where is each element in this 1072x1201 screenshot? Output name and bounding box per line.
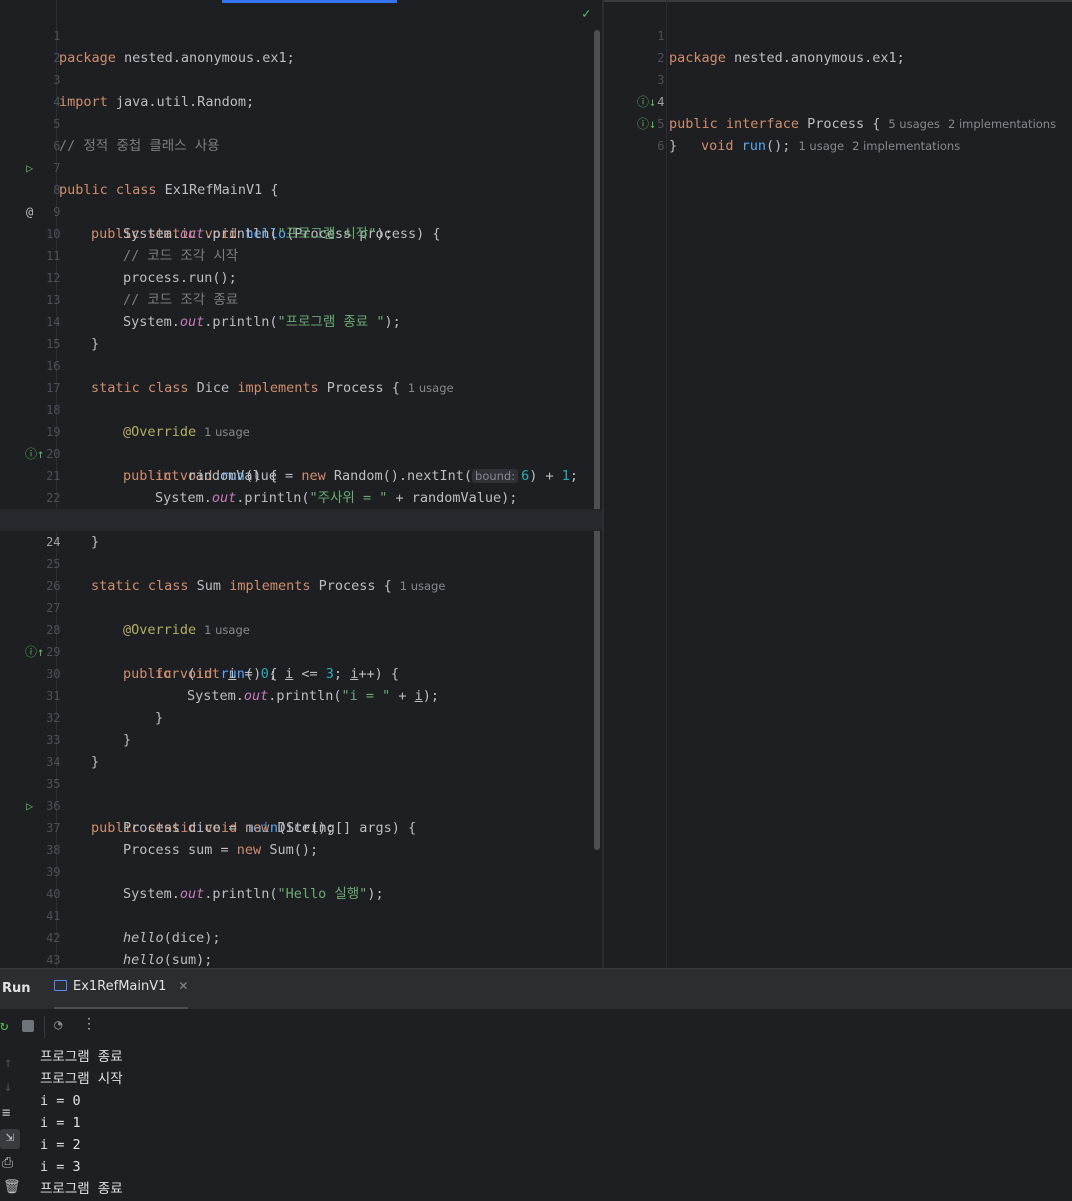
- run-title: Run: [2, 981, 31, 996]
- gutter-border: [666, 0, 667, 968]
- scroll-up-icon[interactable]: ↑: [4, 1055, 12, 1071]
- run-toolbar: ↻ ◔ ⋮: [0, 1010, 1072, 1044]
- clear-console-icon[interactable]: 🗑: [3, 1179, 21, 1195]
- console-output-line: 프로그램 종료: [40, 1181, 123, 1197]
- run-tab-underline: [54, 1007, 188, 1009]
- line-number: 6: [657, 139, 665, 153]
- code-line[interactable]: 18 @Override 1 usage: [0, 377, 602, 440]
- code-line[interactable]: 21 System.out.println("주사위 = " + randomV…: [0, 443, 602, 506]
- scroll-to-end-icon[interactable]: ⇲: [0, 1129, 20, 1149]
- keyword: void: [701, 138, 734, 154]
- code-text: ();: [766, 138, 791, 154]
- code-line[interactable]: 42 hello(sum);: [0, 905, 602, 968]
- code-line[interactable]: 20 int randomValue = new Random().nextIn…: [0, 421, 602, 484]
- code-line[interactable]: 6: [604, 113, 1072, 153]
- code-line[interactable]: 27 @Override 1 usage: [0, 575, 602, 638]
- code-line[interactable]: 14 }: [0, 289, 602, 352]
- code-line[interactable]: 44 }: [0, 949, 602, 968]
- tab-indicator: [604, 0, 1072, 2]
- code-line[interactable]: 1 package nested.anonymous.ex1;: [0, 3, 602, 66]
- soft-wrap-icon[interactable]: ≡: [2, 1105, 10, 1121]
- code-line[interactable]: 28 ⓘ↑ public void run() {: [0, 597, 602, 682]
- code-line[interactable]: 33 }: [0, 707, 602, 770]
- run-header: Run Ex1RefMainV1 ✕: [0, 969, 1072, 1009]
- code-line[interactable]: 15: [0, 311, 602, 351]
- rerun-icon[interactable]: ↻: [0, 1018, 8, 1034]
- code-line[interactable]: 13 System.out.println("프로그램 종료 ");: [0, 267, 602, 330]
- code-line[interactable]: 31 }: [0, 663, 602, 726]
- stop-icon[interactable]: [22, 1020, 34, 1032]
- close-tab-icon[interactable]: ✕: [178, 979, 188, 993]
- code-line[interactable]: 11 process.run();: [0, 223, 602, 286]
- code-line[interactable]: 37 Process sum = new Sum();: [0, 795, 602, 858]
- editor-right-pane[interactable]: 1 package nested.anonymous.ex1; 2 3 ⓘ↓ p…: [604, 0, 1072, 968]
- code-line[interactable]: 9 System.out.println("프로그램 시작");: [0, 179, 602, 242]
- scroll-down-icon[interactable]: ↓: [4, 1079, 12, 1095]
- code-line[interactable]: 29 for (int i = 0; i <= 3; i++) {: [0, 619, 602, 682]
- print-icon[interactable]: ⎙: [2, 1155, 13, 1171]
- code-line[interactable]: 3 ⓘ↓ public interface Process {5 usages 2…: [604, 47, 1072, 132]
- code-line[interactable]: 12 // 코드 조각 종료: [0, 245, 602, 308]
- code-line[interactable]: 43 }: [0, 927, 602, 967]
- code-line[interactable]: 19 ⓘ↑ public void run() {: [0, 399, 602, 484]
- code-line[interactable]: 16 static class Dice implements Process …: [0, 333, 602, 396]
- code-line[interactable]: 4: [0, 69, 602, 109]
- run-tool-window[interactable]: Run Ex1RefMainV1 ✕ ↻ ◔ ⋮ ↑ ↓ ≡ ⇲ ⎙ 🗑 프로그램…: [0, 968, 1072, 1201]
- code-line[interactable]: 7: [0, 135, 602, 175]
- code-line[interactable]: 41 hello(dice);: [0, 883, 602, 946]
- code-line[interactable]: 2: [604, 25, 1072, 65]
- coverage-icon[interactable]: ◔: [54, 1017, 62, 1033]
- run-config-icon: [54, 980, 67, 991]
- code-line[interactable]: 23 }: [0, 487, 602, 550]
- more-options-icon[interactable]: ⋮: [82, 1016, 96, 1032]
- code-line[interactable]: 6 ▷ public class Ex1RefMainV1 {: [0, 113, 602, 198]
- run-config-tab-label: Ex1RefMainV1: [73, 979, 167, 994]
- code-line[interactable]: 39 System.out.println("Hello 실행");: [0, 839, 602, 902]
- console-output-line: i = 0: [40, 1093, 81, 1109]
- method-name: run: [741, 138, 767, 154]
- code-line[interactable]: 5 // 정적 중첩 클래스 사용: [0, 91, 602, 154]
- code-line[interactable]: 8 @ public static void hello(Process pro…: [0, 157, 602, 242]
- usage-hint[interactable]: 1 usage: [798, 139, 844, 153]
- code-line[interactable]: 1 package nested.anonymous.ex1;: [604, 3, 1072, 66]
- implementations-hint[interactable]: 2 implementations: [852, 139, 960, 153]
- code-line[interactable]: 36 Process dice = new Dice();: [0, 773, 602, 836]
- console-output-line: i = 2: [40, 1137, 81, 1153]
- console-output-line: 프로그램 시작: [40, 1071, 123, 1087]
- code-line[interactable]: 30 System.out.println("i = " + i);: [0, 641, 602, 704]
- code-line[interactable]: 40: [0, 861, 602, 901]
- code-line[interactable]: 32 }: [0, 685, 602, 748]
- code-line[interactable]: 2: [0, 25, 602, 65]
- console-output-line: i = 3: [40, 1159, 81, 1175]
- code-line[interactable]: 5 }: [604, 91, 1072, 154]
- toolbar-separator: [44, 1016, 45, 1038]
- code-line[interactable]: 34: [0, 729, 602, 769]
- code-line[interactable]: 26: [0, 553, 602, 593]
- console-output-line: 프로그램 종료: [40, 1049, 123, 1065]
- current-code-line[interactable]: 24: [0, 509, 602, 549]
- code-line[interactable]: 10 // 코드 조각 시작: [0, 201, 602, 264]
- editor-left-pane[interactable]: ✓ 1 package nested.anonymous.ex1; 2 3 im…: [0, 0, 602, 968]
- code-line[interactable]: 35 ▷ public static void main(String[] ar…: [0, 751, 602, 836]
- code-line[interactable]: 3 import java.util.Random;: [0, 47, 602, 110]
- code-text: }: [669, 138, 678, 154]
- code-line[interactable]: 22 }: [0, 465, 602, 528]
- code-line[interactable]: 38: [0, 817, 602, 857]
- code-line[interactable]: 25 static class Sum implements Process {…: [0, 531, 602, 594]
- console-output-line: i = 1: [40, 1115, 81, 1131]
- code-line[interactable]: 17: [0, 355, 602, 395]
- code-line[interactable]: 4 ⓘ↓ void run(); 1 usage 2 implementations: [604, 69, 1072, 154]
- run-config-tab[interactable]: Ex1RefMainV1 ✕: [54, 979, 188, 1009]
